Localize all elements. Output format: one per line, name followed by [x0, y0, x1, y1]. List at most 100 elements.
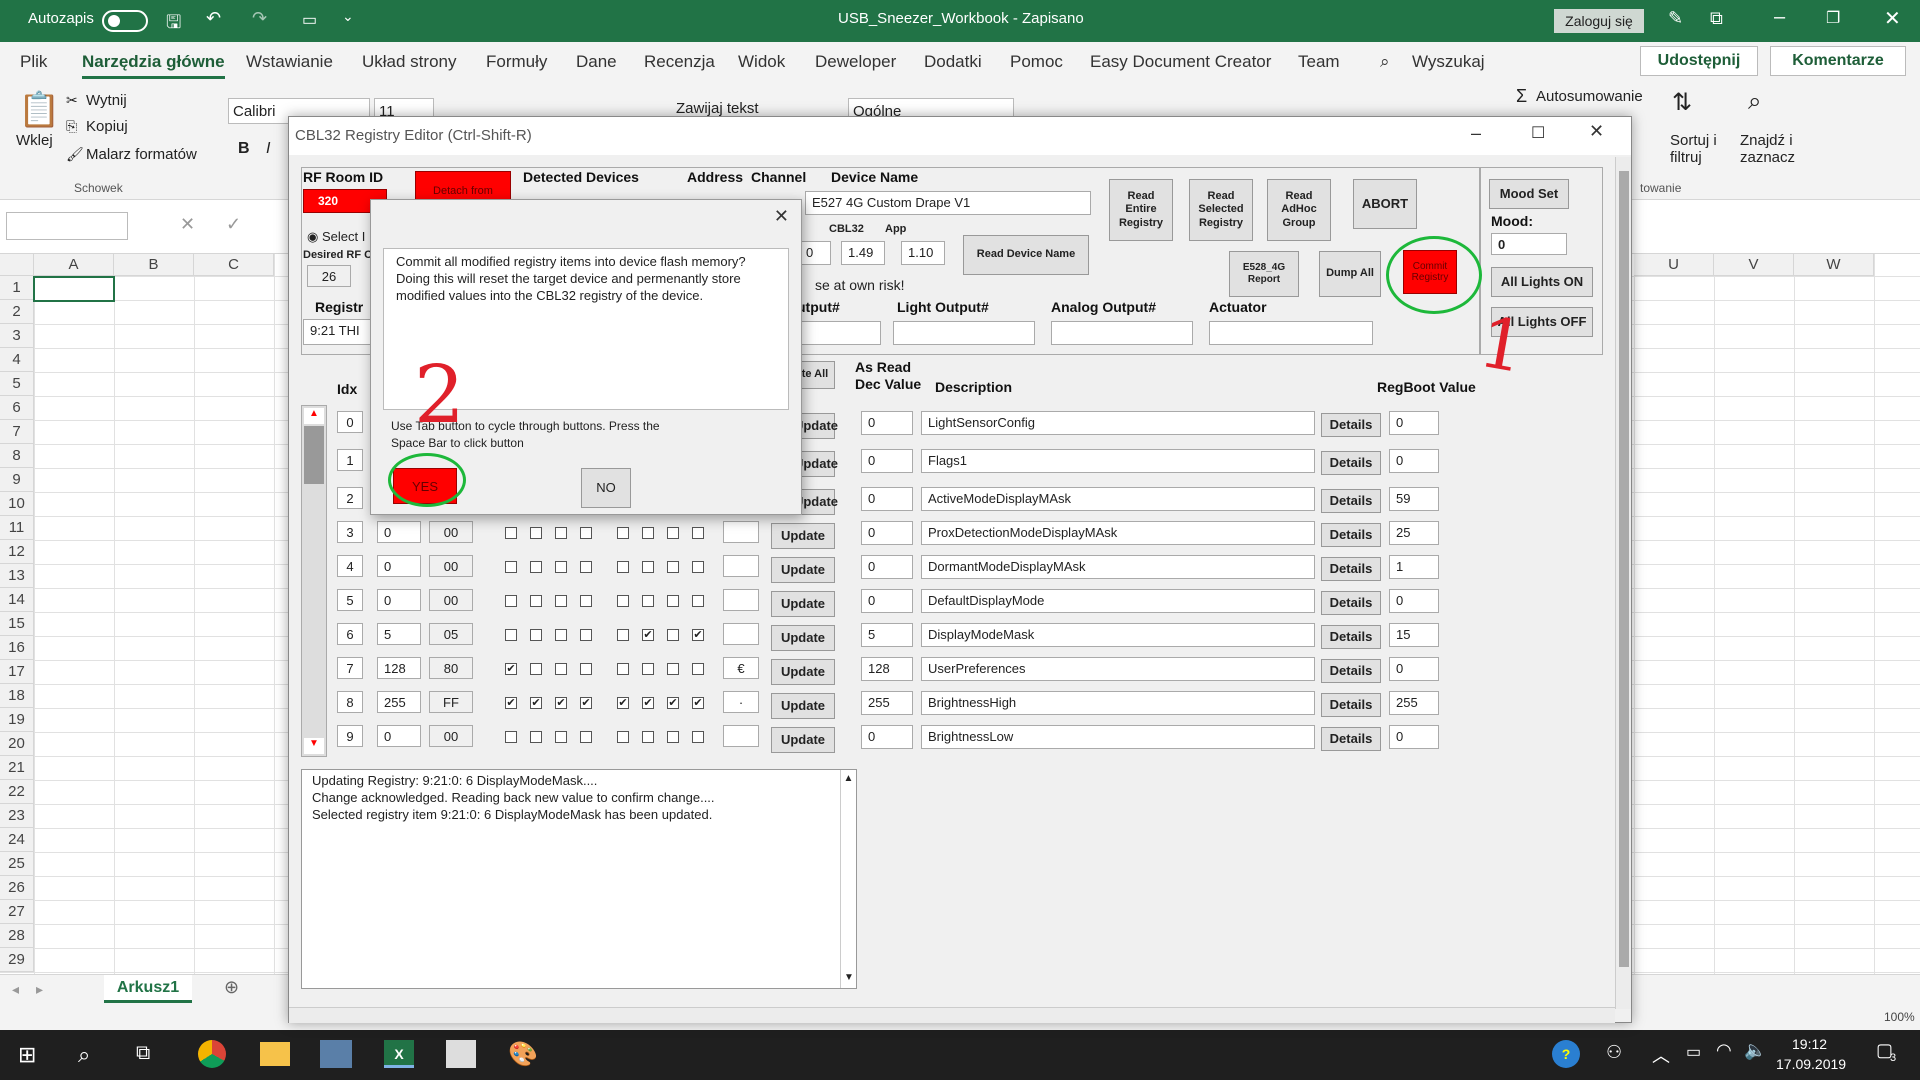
row-read-value[interactable]: 0 — [861, 487, 913, 511]
enter-formula-icon[interactable]: ✓ — [226, 214, 241, 235]
device-name-input[interactable]: E527 4G Custom Drape V1 — [805, 191, 1091, 215]
row-details-button[interactable]: Details — [1321, 489, 1381, 513]
search-icon[interactable]: ⌕ — [1380, 52, 1390, 72]
row-regboot-value[interactable]: 25 — [1389, 521, 1439, 545]
row-header[interactable]: 28 — [0, 924, 34, 948]
row-bit-checkbox[interactable] — [505, 595, 517, 607]
bold-icon[interactable]: B — [238, 140, 250, 158]
light-output-select[interactable] — [893, 321, 1035, 345]
mood-set-button[interactable]: Mood Set — [1489, 179, 1569, 209]
analog-output-select[interactable] — [1051, 321, 1193, 345]
dialog-close-icon[interactable]: ✕ — [774, 206, 789, 227]
customize-qat-icon[interactable]: ⌄ — [342, 8, 354, 25]
row-description[interactable]: LightSensorConfig — [921, 411, 1315, 435]
column-header-a[interactable]: A — [34, 254, 114, 276]
row-read-value[interactable]: 0 — [861, 449, 913, 473]
share-button[interactable]: Udostępnij — [1640, 46, 1758, 76]
document-icon[interactable] — [446, 1040, 476, 1068]
row-bit-checkbox[interactable]: ✔ — [692, 697, 704, 709]
cut-button[interactable]: Wytnij — [86, 92, 127, 109]
row-update-button[interactable]: Update — [771, 591, 835, 617]
row-bit-checkbox[interactable] — [580, 561, 592, 573]
app-version-field[interactable]: 1.10 — [901, 241, 945, 265]
editor-close-icon[interactable]: ✕ — [1589, 121, 1604, 142]
row-regboot-value[interactable]: 59 — [1389, 487, 1439, 511]
search-box[interactable]: Wyszukaj — [1412, 52, 1485, 72]
italic-icon[interactable]: I — [266, 140, 270, 158]
sort-filter-button[interactable]: Sortuj i filtruj — [1670, 132, 1717, 166]
column-header-v[interactable]: V — [1714, 254, 1794, 276]
row-bit-checkbox[interactable] — [642, 595, 654, 607]
row-dec-input[interactable]: 5 — [377, 623, 421, 645]
row-read-value[interactable]: 0 — [861, 589, 913, 613]
cut-icon[interactable]: ✂ — [66, 92, 78, 109]
quick-access-icon[interactable]: ▭ — [302, 10, 317, 30]
row-bit-checkbox[interactable] — [667, 629, 679, 641]
row-idx[interactable]: 5 — [337, 589, 363, 611]
row-description[interactable]: DefaultDisplayMode — [921, 589, 1315, 613]
people-icon[interactable]: ⚇ — [1606, 1042, 1622, 1063]
row-hex-field[interactable]: 80 — [429, 657, 473, 679]
save-icon[interactable]: 🖫 — [166, 10, 181, 40]
row-hex-field[interactable]: 00 — [429, 589, 473, 611]
row-bit-checkbox[interactable] — [642, 663, 654, 675]
row-description[interactable]: Flags1 — [921, 449, 1315, 473]
tab-home[interactable]: Narzędzia główne — [82, 52, 225, 79]
row-update-button[interactable]: Update — [771, 659, 835, 685]
row-dec-input[interactable]: 0 — [377, 589, 421, 611]
row-header[interactable]: 25 — [0, 852, 34, 876]
row-regboot-value[interactable]: 0 — [1389, 411, 1439, 435]
paste-label[interactable]: Wklej — [16, 132, 53, 149]
row-header[interactable]: 1 — [0, 276, 34, 300]
row-idx[interactable]: 8 — [337, 691, 363, 713]
abort-button[interactable]: ABORT — [1353, 179, 1417, 229]
row-header[interactable]: 20 — [0, 732, 34, 756]
row-hex-field[interactable]: 05 — [429, 623, 473, 645]
format-painter-button[interactable]: Malarz formatów — [86, 146, 197, 163]
tab-page-layout[interactable]: Układ strony — [362, 52, 456, 72]
row-bit-checkbox[interactable] — [505, 731, 517, 743]
undo-icon[interactable]: ↶ — [206, 8, 221, 29]
row-bit-checkbox[interactable] — [617, 731, 629, 743]
wrap-text-button[interactable]: Zawijaj tekst — [676, 100, 759, 117]
row-bit-checkbox[interactable] — [642, 527, 654, 539]
row-header[interactable]: 18 — [0, 684, 34, 708]
editor-vertical-scrollbar[interactable] — [1615, 157, 1631, 1009]
select-radio[interactable]: ◉ Select I — [307, 229, 365, 245]
row-read-value[interactable]: 0 — [861, 521, 913, 545]
tray-up-icon[interactable]: ︿ — [1652, 1042, 1670, 1068]
row-bit-checkbox[interactable] — [505, 561, 517, 573]
row-regboot-value[interactable]: 0 — [1389, 449, 1439, 473]
copy-icon[interactable]: ⎘ — [66, 118, 77, 135]
sort-filter-icon[interactable]: ⇅ — [1672, 88, 1692, 117]
row-details-button[interactable]: Details — [1321, 451, 1381, 475]
autosum-icon[interactable]: Σ — [1516, 86, 1527, 107]
row-bit-checkbox[interactable] — [617, 595, 629, 607]
row-hex-field[interactable]: 00 — [429, 725, 473, 747]
find-select-icon[interactable]: ⌕ — [1748, 88, 1761, 116]
autosave-toggle[interactable] — [102, 10, 148, 32]
ribbon-display-icon[interactable]: ⧉ — [1710, 8, 1723, 29]
scroll-tabs-right-icon[interactable]: ▸ — [36, 981, 43, 998]
row-bit-checkbox[interactable] — [667, 731, 679, 743]
row-char-field[interactable] — [723, 623, 759, 645]
row-update-button[interactable]: Update — [771, 523, 835, 549]
row-bit-checkbox[interactable] — [555, 595, 567, 607]
table-scroll-down-icon[interactable]: ▼ — [304, 738, 324, 754]
row-read-value[interactable]: 0 — [861, 725, 913, 749]
row-bit-checkbox[interactable]: ✔ — [617, 697, 629, 709]
column-header-u[interactable]: U — [1634, 254, 1714, 276]
row-header[interactable]: 29 — [0, 948, 34, 972]
row-bit-checkbox[interactable] — [530, 527, 542, 539]
row-update-button[interactable]: Update — [771, 693, 835, 719]
registry-field[interactable]: 9:21 THI — [303, 319, 373, 345]
tab-formulas[interactable]: Formuły — [486, 52, 547, 72]
row-bit-checkbox[interactable] — [530, 663, 542, 675]
row-header[interactable]: 7 — [0, 420, 34, 444]
row-bit-checkbox[interactable] — [580, 731, 592, 743]
row-header[interactable]: 21 — [0, 756, 34, 780]
cancel-formula-icon[interactable]: ✕ — [180, 214, 195, 235]
row-idx[interactable]: 2 — [337, 487, 363, 509]
row-header[interactable]: 19 — [0, 708, 34, 732]
row-bit-checkbox[interactable] — [692, 731, 704, 743]
